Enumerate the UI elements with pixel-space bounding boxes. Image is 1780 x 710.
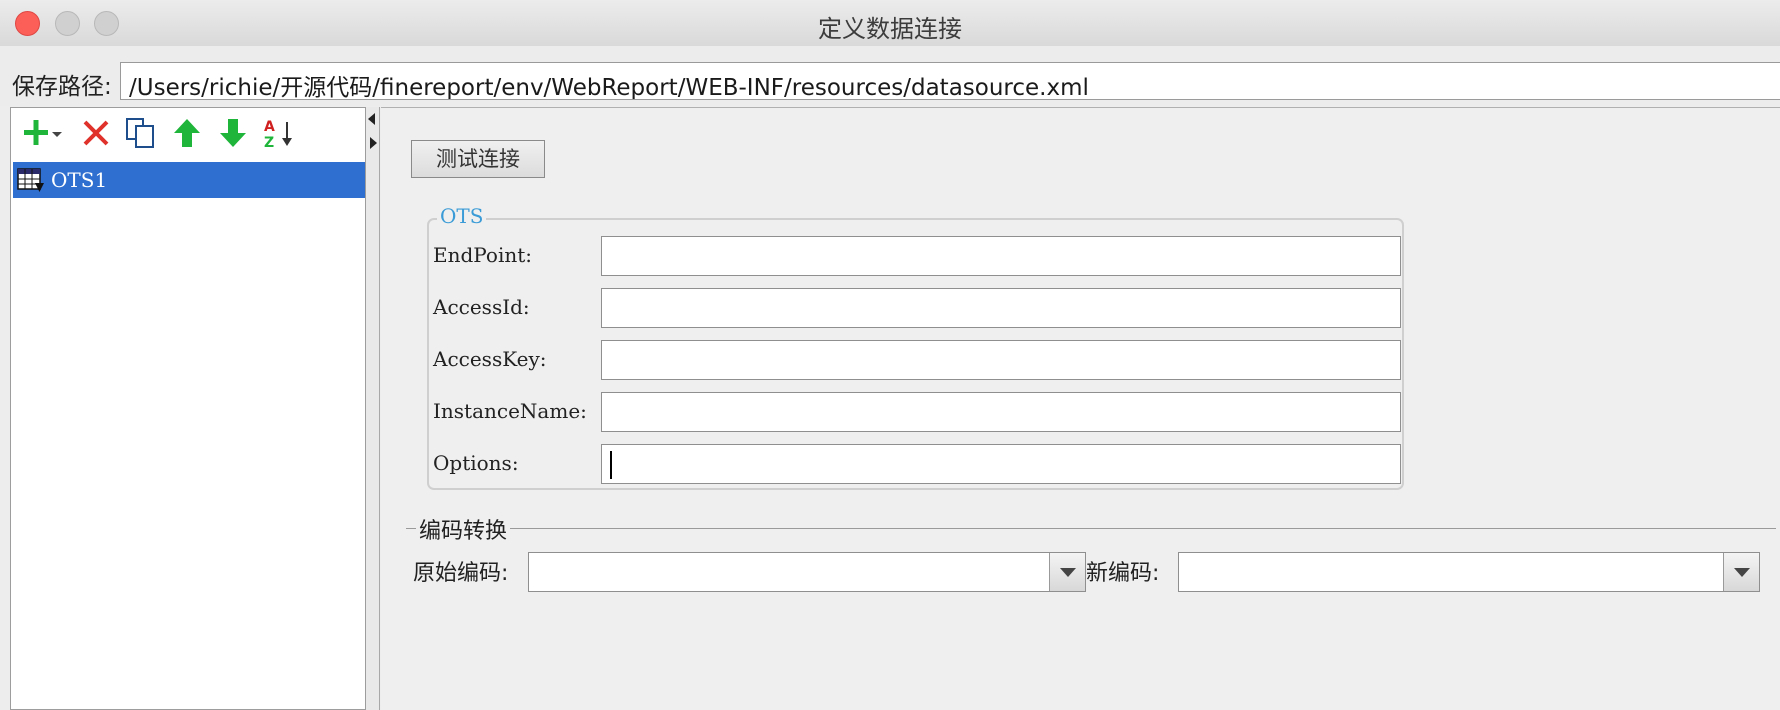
move-down-button[interactable] xyxy=(215,116,251,150)
tree-item-ots1[interactable]: OTS1 xyxy=(13,162,365,198)
save-path-field[interactable]: /Users/richie/开源代码/finereport/env/WebRep… xyxy=(120,62,1780,100)
original-encoding-label: 原始编码: xyxy=(413,561,509,586)
plus-icon xyxy=(24,120,62,145)
delete-connection-button[interactable] xyxy=(79,116,115,150)
encoding-section-title: 编码转换 xyxy=(416,513,511,545)
accessid-label: AccessId: xyxy=(433,295,530,319)
save-path-label: 保存路径: xyxy=(12,74,112,100)
sort-icon: A Z xyxy=(264,119,292,151)
add-connection-button[interactable] xyxy=(21,116,67,150)
table-icon xyxy=(17,168,44,192)
svg-text:Z: Z xyxy=(264,135,274,150)
instancename-label: InstanceName: xyxy=(433,399,587,423)
window-title: 定义数据连接 xyxy=(818,15,962,43)
original-encoding-select[interactable] xyxy=(528,552,1086,592)
move-up-button[interactable] xyxy=(169,116,205,150)
group-title: OTS xyxy=(437,204,487,228)
options-row: Options: xyxy=(429,444,1404,484)
accessid-row: AccessId: xyxy=(429,288,1404,328)
accesskey-row: AccessKey: xyxy=(429,340,1404,380)
new-encoding-label: 新编码: xyxy=(1086,561,1160,586)
arrow-down-icon xyxy=(220,119,246,147)
expand-right-icon[interactable] xyxy=(370,137,377,149)
panel-splitter[interactable] xyxy=(366,107,380,710)
accesskey-field[interactable] xyxy=(601,340,1401,380)
accesskey-label: AccessKey: xyxy=(433,347,547,371)
instancename-row: InstanceName: xyxy=(429,392,1404,432)
copy-connection-button[interactable] xyxy=(123,116,159,150)
text-caret xyxy=(610,451,612,479)
test-connection-button[interactable]: 测试连接 xyxy=(411,140,545,178)
chevron-down-icon[interactable] xyxy=(1723,553,1759,591)
endpoint-label: EndPoint: xyxy=(433,243,533,267)
svg-text:A: A xyxy=(264,119,275,135)
close-icon xyxy=(83,120,109,146)
encoding-separator xyxy=(406,528,1776,529)
connection-detail-panel: 测试连接 OTS EndPoint: AccessId: AccessKey: … xyxy=(381,107,1780,710)
sort-button[interactable]: A Z xyxy=(261,116,297,151)
accessid-field[interactable] xyxy=(601,288,1401,328)
options-label: Options: xyxy=(433,451,519,475)
endpoint-row: EndPoint: xyxy=(429,236,1404,276)
copy-icon xyxy=(126,118,154,148)
collapse-left-icon[interactable] xyxy=(368,113,375,125)
connection-toolbar: A Z xyxy=(11,108,365,158)
ots-settings-group: OTS EndPoint: AccessId: AccessKey: Insta… xyxy=(427,204,1404,490)
options-field[interactable] xyxy=(601,444,1401,484)
title-bar: 定义数据连接 xyxy=(0,0,1780,47)
instancename-field[interactable] xyxy=(601,392,1401,432)
connection-tree: OTS1 xyxy=(13,162,365,198)
arrow-up-icon xyxy=(174,119,200,147)
tree-item-label: OTS1 xyxy=(51,168,108,192)
new-encoding-select[interactable] xyxy=(1178,552,1760,592)
save-path-row: 保存路径: /Users/richie/开源代码/finereport/env/… xyxy=(0,46,1780,106)
connection-list-panel: A Z OTS1 xyxy=(10,107,366,710)
chevron-down-icon[interactable] xyxy=(1049,553,1085,591)
endpoint-field[interactable] xyxy=(601,236,1401,276)
